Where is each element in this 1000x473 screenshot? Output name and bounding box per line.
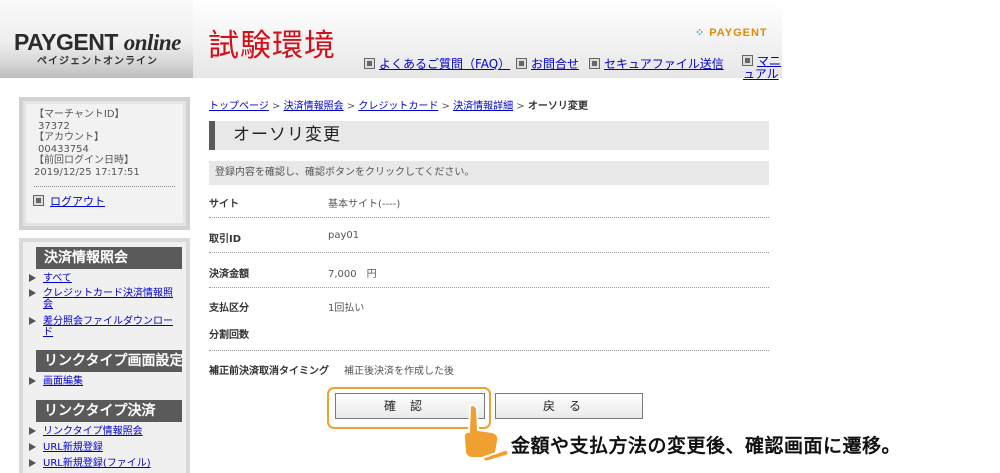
menu-heading-payment-inquiry: 決済情報照会 xyxy=(36,247,182,269)
pointing-hand-icon xyxy=(462,404,511,462)
menu-heading-link-payment: リンクタイプ決済 xyxy=(36,400,182,422)
detail-row-site: サイト 基本サイト(----) xyxy=(209,195,769,219)
row-divider xyxy=(209,287,769,288)
sidebar-item-url-register[interactable]: URL新規登録 xyxy=(29,442,181,453)
breadcrumb-payment-detail[interactable]: 決済情報詳細 xyxy=(453,101,513,112)
annotation-callout: 金額や支払方法の変更後、確認画面に遷移。 xyxy=(511,435,902,457)
sidebar-item-all[interactable]: すべて xyxy=(29,273,181,284)
amount-label: 決済金額 xyxy=(209,269,249,280)
trading-id-value: pay01 xyxy=(328,230,360,241)
merchant-info-panel: 【マーチャントID】 37372 【アカウント】 00433754 【前回ログイ… xyxy=(19,97,190,230)
paygent-mark-icon: ⁘ xyxy=(695,27,706,39)
breadcrumb-credit-card[interactable]: クレジットカード xyxy=(358,101,438,112)
detail-row-payment-class: 支払区分 1回払い xyxy=(209,299,769,323)
amount-value: 7,000 円 xyxy=(328,269,377,280)
instruction-notice: 登録内容を確認し、確認ボタンをクリックしてください。 xyxy=(209,161,769,185)
site-label: サイト xyxy=(209,199,239,210)
logout-link[interactable]: ログアウト xyxy=(33,195,175,208)
merchant-id-label: 【マーチャントID】 xyxy=(34,109,125,120)
row-divider xyxy=(209,350,769,351)
sidebar-item-screen-edit[interactable]: 画面編集 xyxy=(29,376,181,387)
bullet-square-icon xyxy=(589,58,600,69)
row-divider xyxy=(209,252,769,253)
triangle-right-icon xyxy=(29,274,36,282)
triangle-right-icon xyxy=(29,459,36,467)
site-value: 基本サイト(----) xyxy=(328,199,401,210)
last-login-label: 【前回ログイン日時】 xyxy=(34,155,134,166)
sidebar-item-url-register-file[interactable]: URL新規登録(ファイル) xyxy=(29,458,181,469)
breadcrumb-top[interactable]: トップページ xyxy=(209,101,269,112)
paygent-online-logo[interactable]: PAYGENT online ペイジェントオンライン xyxy=(0,0,193,78)
trading-id-label: 取引ID xyxy=(209,234,242,245)
header: PAYGENT online ペイジェントオンライン 試験環境 ⁘ PAYGEN… xyxy=(0,0,785,81)
divider xyxy=(34,186,175,187)
page-title: オーソリ変更 xyxy=(209,121,769,150)
paygent-brand-logo: ⁘ PAYGENT xyxy=(695,27,768,39)
breadcrumb: トップページ > 決済情報照会 > クレジットカード > 決済情報詳細 > オー… xyxy=(209,101,588,112)
breadcrumb-current: オーソリ変更 xyxy=(527,101,588,112)
cancel-timing-value: 補正後決済を作成した後 xyxy=(344,366,454,377)
sidebar-item-link-inquiry[interactable]: リンクタイプ情報照会 xyxy=(29,426,181,437)
breadcrumb-payment-inquiry[interactable]: 決済情報照会 xyxy=(284,101,344,112)
faq-link[interactable]: よくあるご質問（FAQ） xyxy=(364,55,510,72)
payment-class-label: 支払区分 xyxy=(209,303,249,314)
triangle-right-icon xyxy=(29,443,36,451)
detail-row-amount: 決済金額 7,000 円 xyxy=(209,265,769,289)
bullet-square-icon xyxy=(742,55,753,66)
detail-row-trading-id: 取引ID pay01 xyxy=(209,230,769,254)
last-login-value: 2019/12/25 17:17:51 xyxy=(34,166,140,178)
sidebar-item-credit-inquiry[interactable]: クレジットカード決済情報照会 xyxy=(29,288,181,310)
triangle-right-icon xyxy=(29,289,36,297)
row-divider xyxy=(209,217,769,218)
test-environment-label: 試験環境 xyxy=(208,28,336,64)
detail-row-split-count: 分割回数 xyxy=(209,326,769,350)
back-button[interactable]: 戻る xyxy=(495,393,643,419)
merchant-id-value: 37372 xyxy=(38,120,70,132)
detail-row-cancel-timing: 補正前決済取消タイミング 補正後決済を作成した後 xyxy=(209,362,769,386)
logo-subtext: ペイジェントオンライン xyxy=(37,56,158,67)
bullet-square-icon xyxy=(33,195,44,206)
menu-heading-link-screen: リンクタイプ画面設定 xyxy=(36,350,183,372)
bullet-square-icon xyxy=(516,58,527,69)
sidebar-menu: 決済情報照会 すべて クレジットカード決済情報照会 差分照会ファイルダウンロード… xyxy=(19,238,190,473)
split-count-label: 分割回数 xyxy=(209,330,249,341)
secure-file-link[interactable]: セキュアファイル送信 xyxy=(589,55,724,72)
triangle-right-icon xyxy=(29,427,36,435)
contact-link[interactable]: お問合せ xyxy=(516,55,579,72)
bullet-square-icon xyxy=(364,58,375,69)
account-label: 【アカウント】 xyxy=(34,132,104,143)
cancel-timing-label: 補正前決済取消タイミング xyxy=(209,366,329,377)
triangle-right-icon xyxy=(29,317,36,325)
payment-class-value: 1回払い xyxy=(328,303,365,314)
account-value: 00433754 xyxy=(38,143,89,155)
sidebar-item-diff-download[interactable]: 差分照会ファイルダウンロード xyxy=(29,316,181,338)
triangle-right-icon xyxy=(29,377,36,385)
manual-link[interactable]: マニュアル xyxy=(742,55,785,81)
